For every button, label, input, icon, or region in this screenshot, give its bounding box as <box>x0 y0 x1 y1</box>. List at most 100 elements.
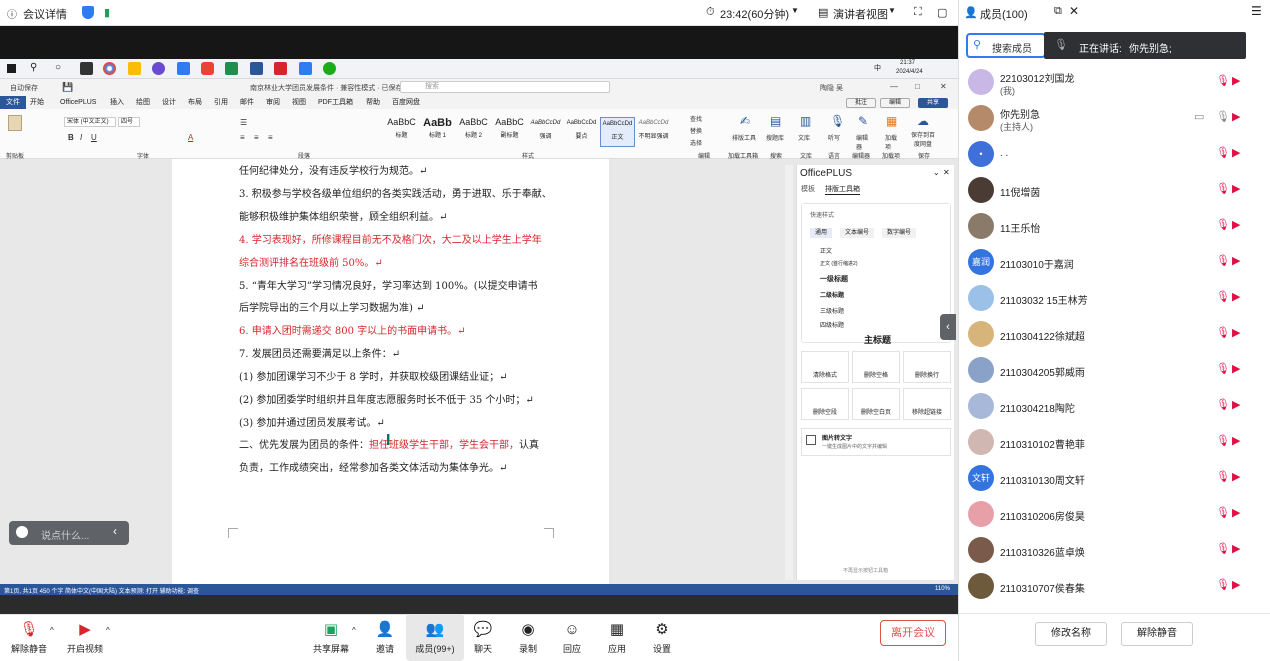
tab-pdf[interactable]: PDF工具箱 <box>318 96 353 109</box>
chip-general[interactable]: 通用 <box>810 228 832 238</box>
qs-normal-indent[interactable]: 正文 (首行缩进2) <box>820 260 858 267</box>
tab-review[interactable]: 审阅 <box>266 96 280 109</box>
menu-icon[interactable]: ☰ <box>1251 4 1262 18</box>
save-baidu-button[interactable]: 保存到百度网盘 <box>910 130 936 148</box>
member-row[interactable]: 11王乐怡 🎙 ▶ <box>958 209 1270 245</box>
chevron-up-icon[interactable]: ^ <box>106 626 110 635</box>
mic-muted-icon[interactable]: 🎙 <box>1216 362 1230 375</box>
member-row[interactable]: • . . 🎙 ▶ <box>958 137 1270 173</box>
member-row[interactable]: 2110304218陶陀 🎙 ▶ <box>958 389 1270 425</box>
style-heading1[interactable]: AaBb 标题 1 <box>420 117 455 147</box>
mic-muted-icon[interactable]: 🎙 <box>1216 470 1230 483</box>
camera-off-icon[interactable]: ▶ <box>1232 434 1240 447</box>
emoji-icon[interactable] <box>16 526 28 538</box>
camera-off-icon[interactable]: ▶ <box>1232 254 1240 267</box>
rename-button[interactable]: 修改名称 <box>1035 622 1107 646</box>
camera-off-icon[interactable]: ▶ <box>1232 362 1240 375</box>
chevron-down-icon[interactable]: ⌄ <box>933 168 940 177</box>
tab-mailings[interactable]: 邮件 <box>240 96 254 109</box>
tool-remove-blank-pages[interactable]: 删除空白页 <box>852 388 900 420</box>
close-icon[interactable]: ✕ <box>1069 4 1079 18</box>
select-button[interactable]: 选择 <box>690 138 702 147</box>
maximize-icon[interactable]: □ <box>915 82 920 91</box>
font-color-icon[interactable]: A <box>188 133 193 142</box>
layout-icon[interactable]: ▢ <box>937 6 947 19</box>
camera-off-icon[interactable]: ▶ <box>1232 398 1240 411</box>
fullscreen-icon[interactable]: ⛶ <box>914 6 922 19</box>
paste-icon[interactable] <box>8 115 22 131</box>
camera-off-icon[interactable]: ▶ <box>1232 110 1240 123</box>
doc-scrollbar[interactable] <box>785 165 793 580</box>
meeting-details-link[interactable]: 会议详情 <box>23 6 67 22</box>
tab-layout[interactable]: 布局 <box>188 96 202 109</box>
camera-off-icon[interactable]: ▶ <box>1232 146 1240 159</box>
unmute-button[interactable]: 🎙 解除静音 <box>0 614 58 661</box>
camera-off-icon[interactable]: ▶ <box>1232 506 1240 519</box>
italic-icon[interactable]: I <box>80 133 82 142</box>
camera-off-icon[interactable]: ▶ <box>1232 326 1240 339</box>
member-row[interactable]: 2110304205郭威雨 🎙 ▶ <box>958 353 1270 389</box>
qs-heading3[interactable]: 三级标题 <box>820 306 844 315</box>
member-row[interactable]: 2110304122徐斌超 🎙 ▶ <box>958 317 1270 353</box>
addins-button[interactable]: 加载项 <box>885 133 897 151</box>
chevron-up-icon[interactable]: ^ <box>50 626 54 635</box>
mic-muted-icon[interactable]: 🎙 <box>1216 146 1230 159</box>
member-row[interactable]: 嘉润 21103010于嘉润 🎙 ▶ <box>958 245 1270 281</box>
mic-muted-icon[interactable]: 🎙 <box>1216 542 1230 555</box>
camera-off-icon[interactable]: ▶ <box>1232 578 1240 591</box>
camera-off-icon[interactable]: ▶ <box>1232 290 1240 303</box>
share-screen-button[interactable]: ▣ 共享屏幕 <box>302 614 360 661</box>
chevron-left-icon[interactable]: ‹ <box>113 524 117 538</box>
chip-digit-number[interactable]: 数字编号 <box>882 228 916 238</box>
style-subtle[interactable]: AaBbCcDd 不明显强调 <box>636 117 671 147</box>
editor-button[interactable]: 编辑器 <box>856 133 870 151</box>
qs-normal[interactable]: 正文 <box>820 246 832 255</box>
style-normal[interactable]: AaBbCcDd 正文 <box>600 117 635 147</box>
tool-remove-empty-paragraphs[interactable]: 删除空段 <box>801 388 849 420</box>
mic-muted-icon[interactable]: 🎙 <box>1216 326 1230 339</box>
qs-main-title[interactable]: 主标题 <box>864 333 891 346</box>
search-question-button[interactable]: 搜题库 <box>766 133 784 142</box>
dictate-button[interactable]: 听写 <box>828 133 840 142</box>
popout-icon[interactable]: ⧉ <box>1054 5 1062 18</box>
settings-button[interactable]: ⚙ 设置 <box>633 614 691 661</box>
mic-muted-icon[interactable]: 🎙 <box>1216 506 1230 519</box>
chevron-down-icon[interactable]: ▼ <box>888 6 896 15</box>
mic-muted-icon[interactable]: 🎙 <box>1216 74 1230 87</box>
chevron-down-icon[interactable]: ▼ <box>791 6 799 15</box>
mic-muted-icon[interactable]: 🎙 <box>1216 254 1230 267</box>
underline-icon[interactable]: U <box>91 133 97 142</box>
member-search-input[interactable]: ⚲ 搜索成员 <box>966 33 1046 58</box>
member-row[interactable]: 21103032 15王林芳 🎙 ▶ <box>958 281 1270 317</box>
mic-muted-icon[interactable]: 🎙 <box>1216 290 1230 303</box>
share-button[interactable]: 共享 <box>918 98 948 108</box>
mic-muted-icon[interactable]: 🎙 <box>1216 218 1230 231</box>
view-mode-selector[interactable]: 演讲者视图 <box>833 6 888 22</box>
chip-text-number[interactable]: 文本编号 <box>840 228 874 238</box>
member-row[interactable]: 11倪增茵 🎙 ▶ <box>958 173 1270 209</box>
tab-draw[interactable]: 绘图 <box>136 96 150 109</box>
tab-officeplus[interactable]: OfficePLUS <box>60 96 96 109</box>
align-left-icon[interactable]: ≡ <box>240 133 245 142</box>
font-size-select[interactable]: 四号 <box>118 117 140 127</box>
library-button[interactable]: 文库 <box>798 133 810 142</box>
camera-off-icon[interactable]: ▶ <box>1232 182 1240 195</box>
save-icon[interactable]: 💾 <box>62 82 73 93</box>
align-center-icon[interactable]: ≡ <box>254 133 259 142</box>
zoom-level[interactable]: 110% <box>935 586 950 592</box>
member-row[interactable]: 文轩 2110310130周文轩 🎙 ▶ <box>958 461 1270 497</box>
replace-button[interactable]: 替换 <box>690 126 702 135</box>
member-row[interactable]: 2110310206房俊昊 🎙 ▶ <box>958 497 1270 533</box>
align-right-icon[interactable]: ≡ <box>268 133 273 142</box>
info-icon[interactable]: ⓘ <box>7 6 17 21</box>
tool-clear-format[interactable]: 清除格式 <box>801 351 849 383</box>
comment-button[interactable]: 批注 <box>846 98 876 108</box>
find-button[interactable]: 查找 <box>690 114 702 123</box>
panel-collapse-button[interactable]: ‹ <box>940 314 956 340</box>
camera-off-icon[interactable]: ▶ <box>1232 470 1240 483</box>
mic-muted-icon[interactable]: 🎙 <box>1216 578 1230 591</box>
tab-insert[interactable]: 插入 <box>110 96 124 109</box>
tab-file[interactable]: 文件 <box>0 96 26 109</box>
close-icon[interactable]: ✕ <box>940 82 947 91</box>
tab-view[interactable]: 视图 <box>292 96 306 109</box>
